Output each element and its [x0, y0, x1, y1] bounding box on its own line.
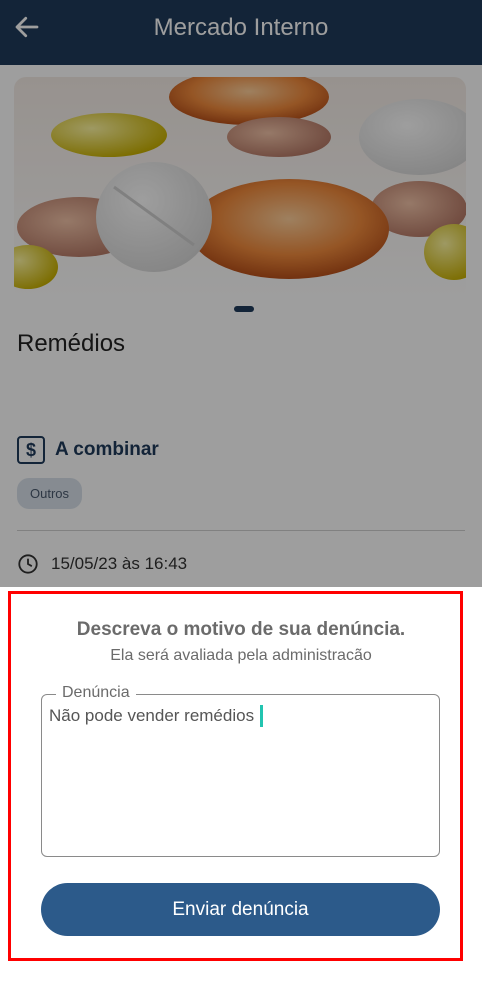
text-cursor	[260, 705, 264, 727]
submit-report-button[interactable]: Enviar denúncia	[41, 883, 440, 936]
report-field-label: Denúncia	[56, 684, 136, 702]
report-field-value-wrap[interactable]: Não pode vender remédios	[49, 705, 264, 727]
screen: Mercado Interno Remédios $ A combinar Ou…	[0, 0, 482, 981]
sheet-subtitle: Ela será avaliada pela administracão	[110, 647, 372, 664]
report-field-value[interactable]: Não pode vender remédios	[49, 706, 254, 726]
sheet-title: Descreva o motivo de sua denúncia.	[76, 619, 406, 640]
modal-scrim[interactable]	[0, 0, 482, 587]
